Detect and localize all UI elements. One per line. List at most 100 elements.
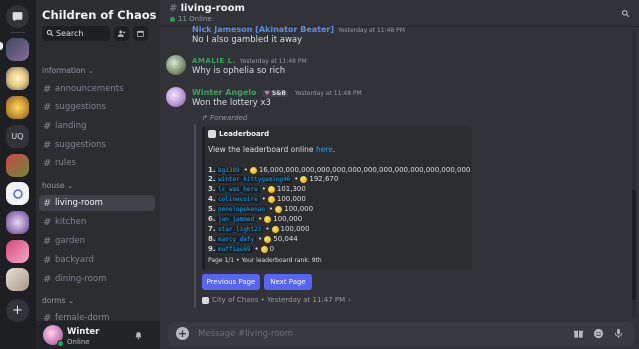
leaderboard-user[interactable]: lc_was_here <box>216 185 260 193</box>
microphone-icon[interactable] <box>613 328 624 339</box>
add-member-button[interactable] <box>114 26 129 41</box>
attach-plus-icon[interactable]: + <box>176 327 189 340</box>
server-rail: UQ + <box>0 0 36 349</box>
search-icon[interactable] <box>621 9 630 18</box>
forward-origin[interactable]: City of Chaos • Yesterday at 11:47 PM › <box>202 296 351 304</box>
bell-icon[interactable] <box>134 331 143 340</box>
leaderboard-user[interactable]: colinecoire <box>216 195 260 203</box>
forwarded-label: ↱ Forwarded <box>202 114 248 122</box>
chevron-down-icon: ⌄ <box>67 181 74 190</box>
leaderboard-user[interactable]: marcy_dafy <box>216 235 257 243</box>
events-button[interactable] <box>133 26 148 41</box>
leaderboard-row: 3. lc_was_here • 101,300 <box>208 185 306 193</box>
user-panel: Winter Online <box>36 321 160 349</box>
leaderboard-embed: Leaderboard View the leaderboard online … <box>202 126 472 270</box>
hash-icon: # <box>43 216 52 228</box>
search-icon <box>46 29 54 37</box>
avatar[interactable] <box>166 87 186 107</box>
server-icon-uq[interactable]: UQ <box>6 125 29 148</box>
rail-divider <box>10 32 25 33</box>
channel-suggestions[interactable]: # suggestions <box>39 99 155 115</box>
message-text: Won the lottery x3 <box>192 98 271 108</box>
plus-icon: + <box>12 303 23 318</box>
category-dorms[interactable]: dorms ⌄ <box>42 296 74 305</box>
role-badge[interactable]: ♥ S&B <box>262 90 288 97</box>
leaderboard-row: 5. penelopekenan • 100,000 <box>208 205 314 213</box>
online-status-icon <box>57 340 64 347</box>
chat-area: # living-room 11 Online Nick Jameson [Ak… <box>160 0 639 349</box>
message-composer: + <box>168 322 634 346</box>
hash-icon: # <box>43 120 52 132</box>
coin-icon <box>267 195 275 203</box>
embed-footer: Page 1/1 • Your leaderboard rank: 9th <box>208 257 322 264</box>
channel-dining-room[interactable]: # dining-room <box>39 271 155 287</box>
channel-sidebar: Children of Chaos ⌄ Search information ⌄… <box>36 0 166 349</box>
coin-icon <box>271 225 279 233</box>
search-button[interactable]: Search <box>42 26 110 41</box>
chevron-right-icon: › <box>348 296 351 304</box>
channel-landing[interactable]: # landing <box>39 118 155 134</box>
coin-icon <box>300 175 308 183</box>
forward-arrow-icon: ↱ <box>202 114 211 122</box>
avatar[interactable] <box>166 55 186 75</box>
server-icon-1[interactable] <box>6 38 29 61</box>
add-user-icon <box>117 30 126 37</box>
server-icon-8[interactable] <box>6 240 29 263</box>
channel-rules[interactable]: # rules <box>39 155 155 171</box>
message-author[interactable]: Nick Jameson [Akinator Beater] Yesterday … <box>192 25 405 34</box>
channel-announcements[interactable]: # announcements <box>39 81 155 97</box>
message-input[interactable] <box>198 326 558 342</box>
coin-icon <box>264 235 272 243</box>
hash-icon: # <box>169 3 181 14</box>
server-icon-9[interactable] <box>6 268 29 291</box>
hash-icon: # <box>43 157 52 169</box>
emoji-icon[interactable] <box>593 328 604 339</box>
hash-icon: # <box>43 139 52 151</box>
coin-icon <box>260 245 268 253</box>
category-information[interactable]: information ⌄ <box>42 66 94 75</box>
server-icon-6[interactable] <box>6 182 29 205</box>
server-icon-5[interactable] <box>6 154 29 177</box>
leaderboard-user[interactable]: muffias69 <box>216 245 253 253</box>
leaderboard-user[interactable]: star_light23 <box>216 225 264 233</box>
leaderboard-user[interactable]: bg1389 <box>216 166 242 174</box>
previous-page-button[interactable]: Previous Page <box>202 274 260 290</box>
channel-backyard[interactable]: # backyard <box>39 252 155 268</box>
next-page-button[interactable]: Next Page <box>264 274 312 290</box>
leaderboard-user[interactable]: winter_kittygaming46 <box>216 175 293 183</box>
message-text: Why is ophelia so rich <box>192 66 286 76</box>
coin-icon <box>264 215 272 223</box>
unread-indicator <box>0 42 3 50</box>
scrollbar-thumb[interactable] <box>632 190 636 300</box>
hash-icon: # <box>43 101 52 113</box>
embed-author: Leaderboard <box>208 130 269 138</box>
category-house[interactable]: house ⌄ <box>42 181 73 190</box>
hash-icon: # <box>43 197 52 209</box>
channel-garden[interactable]: # garden <box>39 233 155 249</box>
user-status: Online <box>67 338 90 346</box>
hash-icon: # <box>43 273 52 285</box>
message-author[interactable]: Winter Angelo ♥ S&B Yesterday at 11:48 P… <box>192 88 362 97</box>
server-icon <box>202 296 209 304</box>
calendar-icon <box>137 30 144 37</box>
channel-kitchen[interactable]: # kitchen <box>39 214 155 230</box>
server-icon-3[interactable] <box>6 96 29 119</box>
leaderboard-link[interactable]: here <box>316 145 333 154</box>
channel-living-room[interactable]: # living-room <box>39 195 155 211</box>
gift-icon[interactable] <box>573 328 584 339</box>
add-server-button[interactable]: + <box>6 299 29 322</box>
leaderboard-user[interactable]: jun_jammed <box>216 215 257 223</box>
server-icon-2[interactable] <box>6 67 29 90</box>
message-text: No I also gambled it away <box>192 35 303 45</box>
chevron-down-icon: ⌄ <box>67 296 75 305</box>
direct-messages-button[interactable] <box>6 5 29 28</box>
channel-suggestions-2[interactable]: # suggestions <box>39 137 155 153</box>
server-icon-7[interactable] <box>6 211 29 234</box>
leaderboard-row: 8. marcy_dafy • 50,044 <box>208 235 298 243</box>
leaderboard-user[interactable]: penelopekenan <box>216 205 267 213</box>
hash-icon: # <box>43 83 52 95</box>
embed-accent <box>202 126 205 270</box>
message-author[interactable]: AMALIE L. Yesterday at 11:48 PM <box>192 56 307 65</box>
leaderboard-row: 6. jun_jammed • 100,000 <box>208 215 303 223</box>
guild-name[interactable]: Children of Chaos ⌄ <box>42 8 166 22</box>
